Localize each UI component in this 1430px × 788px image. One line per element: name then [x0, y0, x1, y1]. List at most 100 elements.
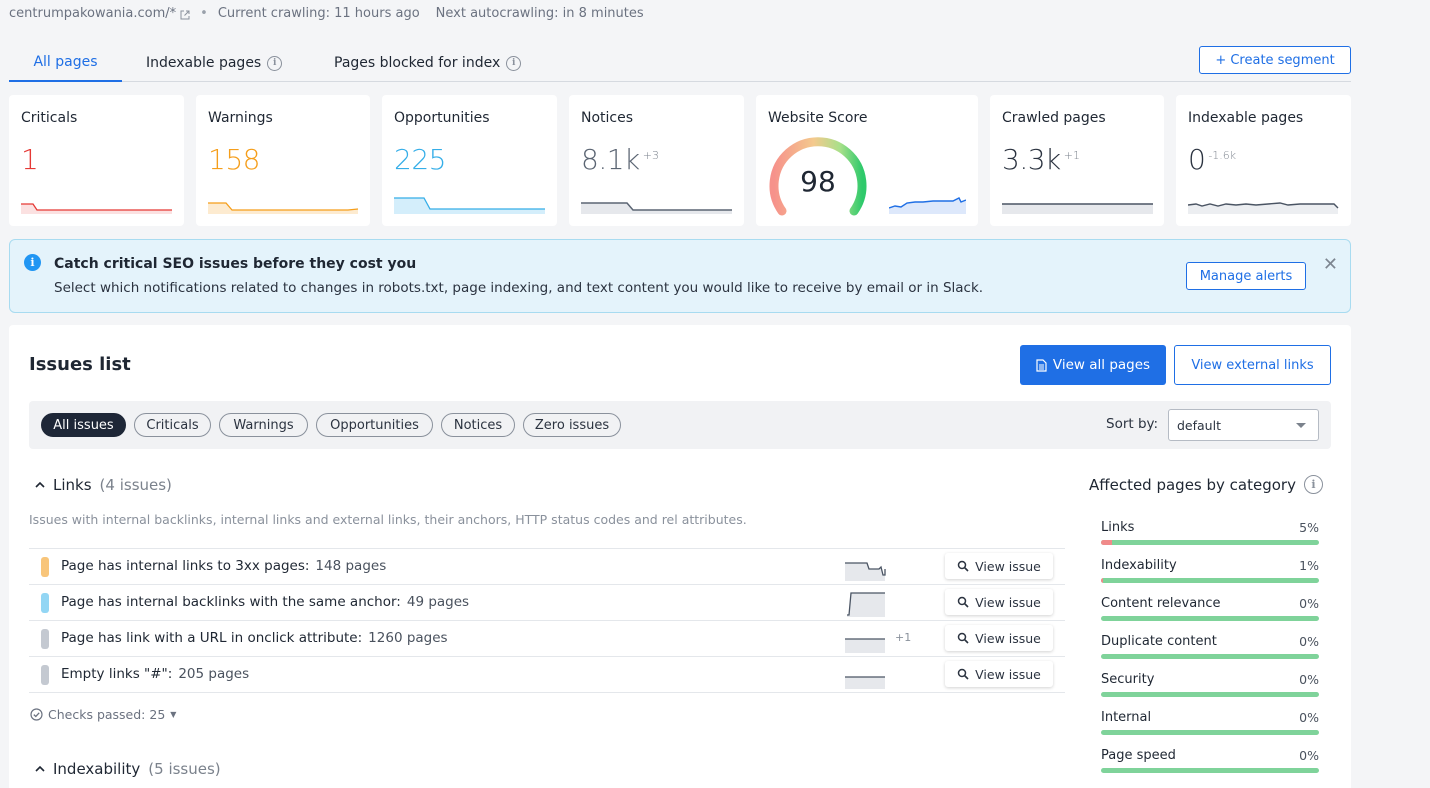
view-all-pages-button[interactable]: View all pages [1020, 345, 1166, 385]
close-icon[interactable]: ✕ [1323, 254, 1338, 275]
view-issue-button[interactable]: View issue [945, 553, 1053, 579]
issues-title: Issues list [29, 354, 131, 375]
notices-card[interactable]: Notices 8.1k +3 [569, 95, 744, 226]
category-row[interactable]: Content relevance 0% [1101, 596, 1319, 634]
view-issue-button[interactable]: View issue [945, 625, 1053, 651]
category-row[interactable]: Internal 0% [1101, 710, 1319, 748]
checks-passed-label: Checks passed: 25 [48, 707, 166, 722]
category-bar [1101, 654, 1319, 659]
filter-warnings[interactable]: Warnings [219, 413, 308, 437]
issue-label: Page has internal links to 3xx pages: [61, 558, 310, 574]
category-row[interactable]: Links 5% [1101, 520, 1319, 558]
opportunities-card[interactable]: Opportunities 225 [382, 95, 557, 226]
tab-label: Pages blocked for index [334, 55, 501, 71]
card-value: 158 [208, 143, 260, 176]
crawl-meta: centrumpakowania.com/* • Current crawlin… [9, 6, 644, 21]
severity-bar [41, 557, 49, 577]
severity-bar [41, 665, 49, 685]
checks-passed-toggle[interactable]: Checks passed: 25 ▼ [30, 707, 176, 722]
chevron-up-icon [35, 481, 45, 488]
category-row[interactable]: Security 0% [1101, 672, 1319, 710]
issues-panel: Issues list View all pages View external… [9, 325, 1351, 788]
issue-sparkline [845, 562, 886, 581]
category-percent: 5% [1299, 520, 1319, 535]
category-bar [1101, 578, 1319, 583]
filter-notices[interactable]: Notices [441, 413, 515, 437]
view-external-links-button[interactable]: View external links [1174, 345, 1331, 385]
alert-body: Select which notifications related to ch… [54, 280, 984, 296]
filter-all-issues[interactable]: All issues [41, 413, 126, 437]
category-bar [1101, 730, 1319, 735]
affected-title-label: Affected pages by category [1089, 475, 1296, 494]
criticals-card[interactable]: Criticals 1 [9, 95, 184, 226]
view-issue-button[interactable]: View issue [945, 661, 1053, 687]
issue-row: Page has internal links to 3xx pages: 148… [29, 548, 1065, 584]
issue-row: Page has internal backlinks with the sam… [29, 584, 1065, 620]
tab-all-pages[interactable]: All pages [9, 44, 122, 82]
check-circle-icon [30, 708, 43, 721]
info-icon[interactable]: i [1303, 475, 1323, 494]
caret-down-icon: ▼ [170, 710, 177, 719]
links-section-toggle[interactable]: Links (4 issues) [35, 476, 172, 494]
caret-down-icon [1296, 423, 1306, 428]
section-count: (4 issues) [99, 476, 172, 494]
category-bar [1101, 768, 1319, 773]
sort-value: default [1177, 417, 1221, 433]
category-name: Internal [1101, 710, 1152, 725]
category-row[interactable]: Indexability 1% [1101, 558, 1319, 596]
category-bar [1101, 616, 1319, 621]
search-icon [957, 596, 969, 608]
filter-opportunities[interactable]: Opportunities [316, 413, 433, 437]
domain-link[interactable]: centrumpakowania.com/* [9, 6, 176, 21]
manage-alerts-button[interactable]: Manage alerts [1186, 262, 1306, 290]
tab-label: Indexable pages [146, 55, 262, 71]
document-icon [1036, 358, 1047, 372]
card-title: Notices [581, 110, 634, 126]
category-name: Security [1101, 672, 1155, 687]
create-segment-button[interactable]: + Create segment [1199, 46, 1351, 74]
category-row[interactable]: Duplicate content 0% [1101, 634, 1319, 672]
indexable-pages-card[interactable]: Indexable pages 0 -1.6k [1176, 95, 1351, 226]
view-issue-label: View issue [975, 594, 1041, 610]
issue-label: Empty links "#": [61, 666, 173, 682]
warnings-card[interactable]: Warnings 158 [196, 95, 370, 226]
card-value: 8.1k +3 [581, 143, 659, 176]
tab-indexable-pages[interactable]: Indexable pages i [146, 44, 283, 82]
category-percent: 0% [1299, 748, 1319, 763]
segment-tabs: All pages Indexable pages i Pages blocke… [9, 44, 1351, 82]
tab-pages-blocked[interactable]: Pages blocked for index i [334, 44, 522, 82]
website-score-card[interactable]: Website Score 98 [756, 95, 978, 226]
category-row[interactable]: Page speed 0% [1101, 748, 1319, 786]
filter-criticals[interactable]: Criticals [134, 413, 211, 437]
issue-pages: 49 pages [406, 594, 470, 610]
crawled-sparkline [1002, 203, 1153, 214]
info-icon[interactable]: i [506, 55, 522, 71]
severity-bar [41, 629, 49, 649]
card-value: 225 [394, 143, 446, 176]
card-value: 1 [21, 143, 39, 176]
divider [29, 692, 1065, 693]
card-title: Warnings [208, 110, 273, 126]
affected-pages-title: Affected pages by category i [1089, 475, 1323, 494]
sort-label: Sort by: [1106, 416, 1159, 432]
issue-pages: 205 pages [178, 666, 250, 682]
filter-zero-issues[interactable]: Zero issues [523, 413, 621, 437]
card-value: 3.3k +1 [1002, 143, 1080, 176]
view-issue-button[interactable]: View issue [945, 589, 1053, 615]
crawled-delta: +1 [1063, 149, 1080, 162]
indexability-section-toggle[interactable]: Indexability (5 issues) [35, 760, 221, 778]
sort-select[interactable]: default [1168, 409, 1319, 441]
category-percent: 0% [1299, 710, 1319, 725]
section-count: (5 issues) [148, 760, 221, 778]
card-title: Crawled pages [1002, 110, 1106, 126]
view-issue-label: View issue [975, 630, 1041, 646]
category-bar [1101, 692, 1319, 697]
crawled-pages-card[interactable]: Crawled pages 3.3k +1 [990, 95, 1164, 226]
info-icon[interactable]: i [267, 55, 283, 71]
category-bar-fill [1101, 578, 1104, 583]
category-name: Duplicate content [1101, 634, 1217, 649]
card-title: Indexable pages [1188, 110, 1304, 126]
alerts-banner: i Catch critical SEO issues before they … [9, 239, 1351, 313]
external-link-icon[interactable] [180, 9, 190, 19]
category-name: Links [1101, 520, 1135, 535]
